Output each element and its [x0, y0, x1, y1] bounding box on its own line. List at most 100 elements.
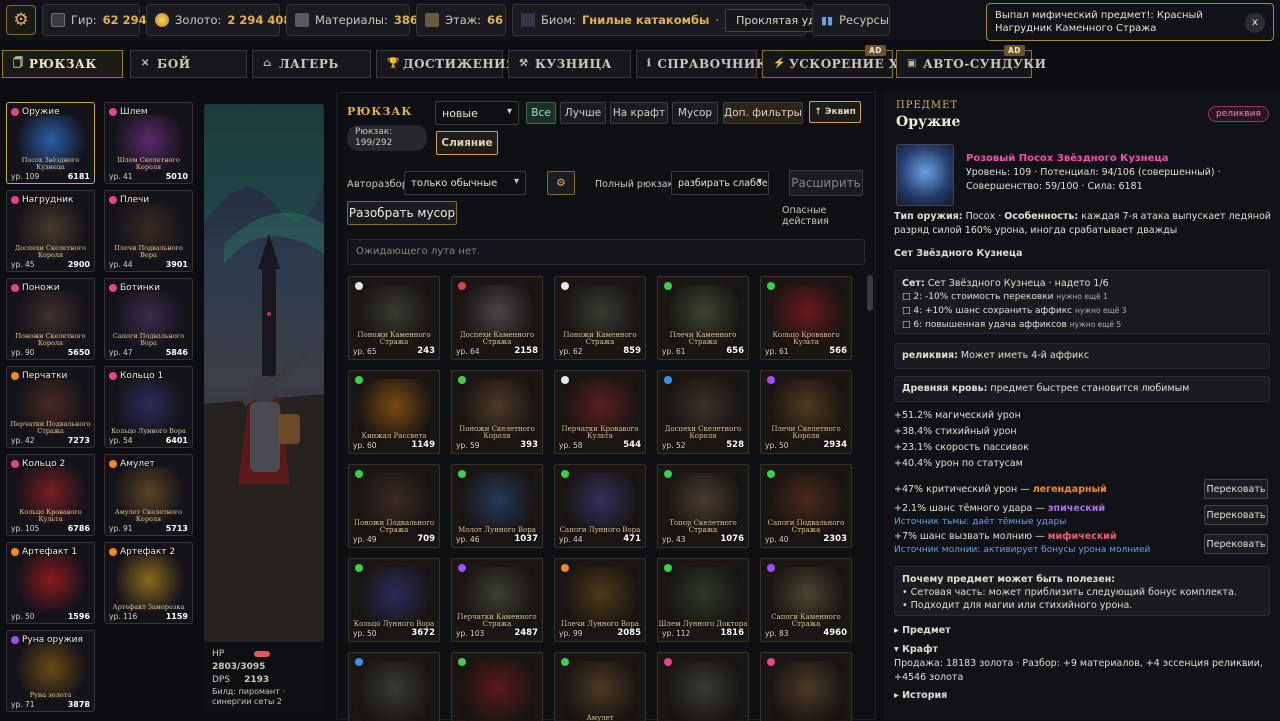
tab-1[interactable]: 🗍 РЮКЗАК: [2, 50, 123, 78]
item-level: ур. 41: [109, 172, 133, 181]
inventory-item[interactable]: Молот Лунного Вора ур. 46 1037: [451, 464, 543, 548]
hero-stats: HP 2803/3095 DPS 2193 Билд: пиромант · син…: [204, 642, 324, 712]
tab-label: УСКОРЕНИЕ X3: [789, 57, 908, 71]
tab-4[interactable]: 🏆 ДОСТИЖЕНИЯ: [376, 50, 517, 78]
rarity-dot: [355, 564, 363, 572]
affix-3: +7% шанс вызвать молнию — мифический: [894, 531, 1117, 542]
section-history[interactable]: ▸ История: [894, 690, 947, 701]
tab-3[interactable]: ⌂ ЛАГЕРЬ: [252, 50, 371, 78]
toast-close-button[interactable]: x: [1245, 13, 1265, 33]
set-box: Сет: Сет Звёздного Кузнеца · надето 1/6 …: [894, 270, 1270, 334]
filter-more[interactable]: Доп. фильтры: [723, 102, 803, 124]
item-level: ур. 90: [11, 348, 35, 357]
inventory-item[interactable]: Амулет: [554, 652, 646, 721]
inventory-item[interactable]: Кинжал Рассвета ур. 60 1149: [348, 370, 440, 454]
slot-name: Перчатки: [11, 371, 67, 381]
item-level: ур. 61: [765, 347, 789, 356]
item-power: 5010: [165, 172, 188, 181]
inventory-item[interactable]: Перчатки Кровавого Культа ур. 58 544: [554, 370, 646, 454]
inventory-item[interactable]: Сапоги Лунного Вора ур. 44 471: [554, 464, 646, 548]
equip-slot[interactable]: Руна оружия Руна золота ур. 71 3878: [6, 630, 95, 712]
inventory-item[interactable]: Плечи Скелетного Короля ур. 50 2934: [760, 370, 852, 454]
inventory-item[interactable]: Сапоги Каменного Стража ур. 83 4960: [760, 558, 852, 642]
section-craft[interactable]: ▾ Крафт: [894, 644, 938, 655]
item-caption: Доспехи Скелетного Короля: [664, 425, 742, 440]
expand-button[interactable]: Расширить: [789, 170, 863, 196]
autodis-select[interactable]: только обычные ▾: [404, 171, 526, 195]
inventory-item[interactable]: [348, 652, 440, 721]
settings-gear-button[interactable]: ⚙: [6, 5, 36, 35]
reroll-button-1[interactable]: Перековать: [1204, 479, 1268, 499]
full-pack-select[interactable]: разбирать слабое ▾: [671, 171, 769, 195]
inventory-item[interactable]: Кольцо Лунного Вора ур. 50 3672: [348, 558, 440, 642]
item-caption: Плечи Каменного Стража: [669, 331, 737, 346]
inventory-item[interactable]: Плечи Лунного Вора ур. 99 2085: [554, 558, 646, 642]
inventory-item[interactable]: Плечи Каменного Стража ур. 61 656: [657, 276, 749, 360]
slot-name: Артефакт 2: [109, 547, 175, 557]
equip-slot[interactable]: Ботинки Сапоги Подвального Вора ур. 47 5846: [104, 278, 193, 360]
inventory-item[interactable]: [760, 652, 852, 721]
dismantle-junk-button[interactable]: Разобрать мусор: [347, 201, 457, 225]
equip-slot[interactable]: Поножи Поножи Скелетного Короля ур. 90 5650: [6, 278, 95, 360]
inventory-item[interactable]: Топор Скелетного Стража ур. 43 1076: [657, 464, 749, 548]
biome-icon: [521, 13, 535, 27]
tab-5[interactable]: ⚒ КУЗНИЦА: [508, 50, 631, 78]
tab-7[interactable]: ⚡ УСКОРЕНИЕ X3 AD: [762, 45, 907, 78]
equip-slot[interactable]: Амулет Амулет Скелетного Короля ур. 91 5713: [104, 454, 193, 536]
reroll-button-3[interactable]: Перековать: [1204, 534, 1268, 554]
item-line-1: Уровень: 109 · Потенциал: 94/106 (соверш…: [966, 167, 1221, 178]
equip-slot[interactable]: Перчатки Перчатки Подвального Стража ур. 4…: [6, 366, 95, 448]
inventory-item[interactable]: Доспехи Скелетного Короля ур. 52 528: [657, 370, 749, 454]
inventory-item[interactable]: Поножи Подвального Стража ур. 49 709: [348, 464, 440, 548]
section-item[interactable]: ▸ Предмет: [894, 625, 951, 636]
equip-slot[interactable]: Оружие Посох Звёздного Кузнеца ур. 109 6181: [6, 102, 95, 184]
equip-slot[interactable]: Шлем Шлем Скелетного Короля ур. 41 5010: [104, 102, 193, 184]
filter-junk[interactable]: Мусор: [672, 102, 718, 124]
item-power: 2934: [823, 440, 847, 450]
chevron-down-icon: ▾: [513, 176, 519, 187]
slot-name: Ботинки: [109, 283, 160, 293]
inventory-item[interactable]: [657, 652, 749, 721]
gems-icon: [51, 13, 65, 27]
filter-craft[interactable]: На крафт: [610, 102, 668, 124]
ad-badge: AD: [1003, 45, 1025, 56]
inventory-item[interactable]: Кольцо Кровавого Культа ур. 61 566: [760, 276, 852, 360]
weapon-feature-2: разряд силой 160% урона, иногда срабатыв…: [894, 225, 1178, 236]
equip-slot[interactable]: Нагрудник Доспехи Скелетного Короля ур. 45…: [6, 190, 95, 272]
filter-better[interactable]: Лучше: [560, 102, 606, 124]
item-level: ур. 105: [11, 524, 40, 533]
inventory-item[interactable]: Поножи Каменного Стража ур. 65 243: [348, 276, 440, 360]
reroll-button-2[interactable]: Перековать: [1204, 505, 1268, 525]
item-caption: Амулет: [586, 714, 614, 721]
equip-slot[interactable]: Артефакт 1 ур. 50 1596: [6, 542, 95, 624]
sort-select[interactable]: новые ▾: [435, 101, 519, 125]
inventory-item[interactable]: Перчатки Каменного Стража ур. 103 2487: [451, 558, 543, 642]
inventory-item[interactable]: Поножи Каменного Стража ур. 62 859: [554, 276, 646, 360]
merge-button[interactable]: Слияние: [436, 131, 498, 155]
danger-actions[interactable]: Опасные действия: [782, 205, 875, 227]
inventory-item[interactable]: Доспехи Каменного Стража ур. 64 2158: [451, 276, 543, 360]
item-power: 1596: [67, 612, 90, 621]
equip-slot[interactable]: Кольцо 2 Кольцо Кровавого Культа ур. 105 67…: [6, 454, 95, 536]
equip-slot[interactable]: Кольцо 1 Кольцо Лунного Вора ур. 54 6401: [104, 366, 193, 448]
resources-button[interactable]: ▮▮ Ресурсы: [812, 4, 890, 36]
inventory-item[interactable]: Сапоги Подвального Стража ур. 40 2303: [760, 464, 852, 548]
filter-all[interactable]: Все: [526, 102, 556, 124]
ancient-blood-box: Древняя кровь: предмет быстрее становитс…: [894, 376, 1270, 402]
item-power: 2158: [514, 346, 538, 356]
tab-icon: 🏆: [387, 58, 400, 69]
equip-slot[interactable]: Плечи Плечи Подвального Вора ур. 44 3901: [104, 190, 193, 272]
equip-toggle[interactable]: ↑ Эквип: [809, 101, 861, 123]
affix-2: +2.1% шанс тёмного удара — эпический: [894, 503, 1106, 514]
inventory-item[interactable]: [451, 652, 543, 721]
inventory-item[interactable]: Поножи Скелетного Короля ур. 59 393: [451, 370, 543, 454]
item-level: ур. 50: [765, 441, 789, 450]
tab-2[interactable]: ✕ БОЙ: [130, 50, 247, 78]
tab-8[interactable]: ▣ АВТО-СУНДУКИ AD: [896, 45, 1046, 78]
autodis-settings-button[interactable]: ⚙: [547, 171, 575, 195]
tab-6[interactable]: ℹ СПРАВОЧНИК: [636, 50, 767, 78]
inventory-scrollbar[interactable]: [867, 275, 873, 311]
equip-slot[interactable]: Артефакт 2 Артефакт Заморозка ур. 116 1159: [104, 542, 193, 624]
inventory-item[interactable]: Шлем Лунного Доктора ур. 112 1816: [657, 558, 749, 642]
item-caption: Доспехи Скелетного Короля: [14, 244, 87, 259]
